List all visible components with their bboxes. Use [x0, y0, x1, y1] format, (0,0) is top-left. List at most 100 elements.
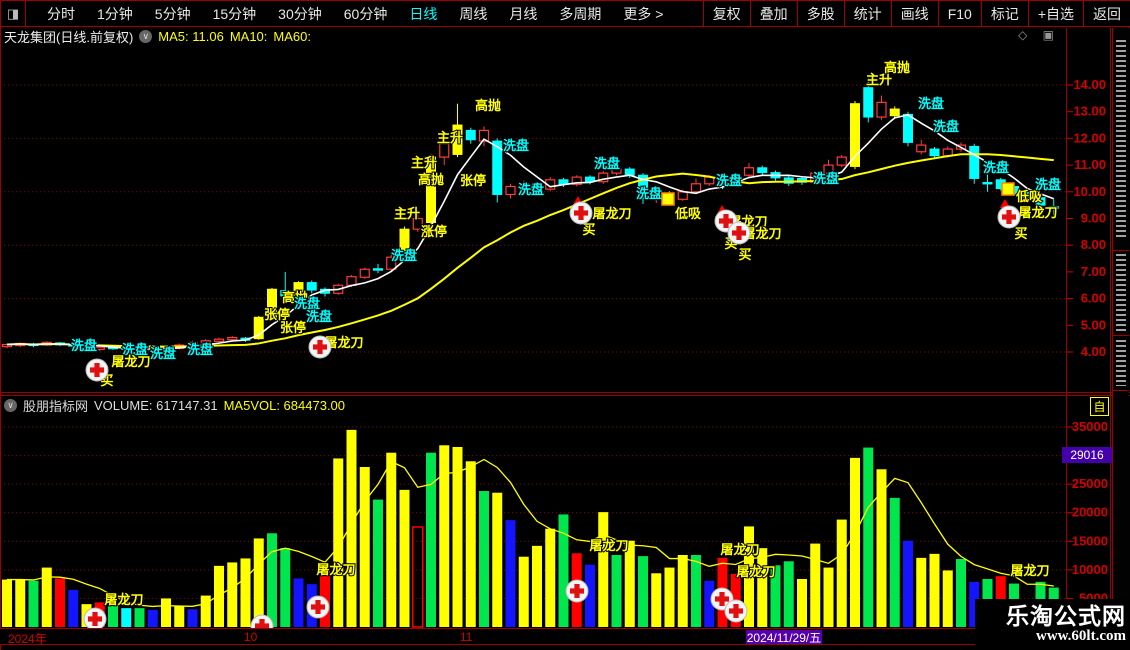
volume-bar-12[interactable] [161, 598, 171, 627]
pane-separator[interactable] [0, 392, 1130, 393]
volume-bar-39[interactable] [518, 556, 529, 627]
candle-23[interactable] [306, 280, 317, 294]
chevron-down-icon[interactable]: ∨ [4, 399, 17, 412]
tab-30min[interactable]: 30分钟 [267, 4, 333, 24]
volume-bar-59[interactable] [783, 561, 794, 627]
volume-bar-17[interactable] [227, 562, 238, 627]
tab-monthly[interactable]: 月线 [498, 4, 548, 24]
return-button[interactable]: 返回 [1083, 1, 1130, 26]
volume-bar-48[interactable] [638, 556, 648, 627]
volume-bar-30[interactable] [399, 489, 410, 627]
volume-bar-22[interactable] [293, 578, 304, 627]
volume-bar-42[interactable] [558, 514, 569, 627]
volume-bar-32[interactable] [426, 452, 436, 627]
candle-27[interactable] [359, 267, 370, 279]
volume-bar-52[interactable] [691, 555, 701, 627]
volume-bar-9[interactable] [121, 608, 132, 627]
volume-bar-36[interactable] [479, 491, 489, 627]
draw-line-button[interactable]: 画线 [890, 1, 938, 26]
stock-title[interactable]: 天龙集团(日线.前复权) [4, 27, 133, 46]
volume-bar-1[interactable] [15, 579, 26, 627]
multi-stock-button[interactable]: 多股 [796, 1, 844, 26]
window-layout-icon[interactable]: ◨ [1, 1, 26, 26]
volume-bar-33[interactable] [439, 445, 450, 627]
candle-63[interactable] [836, 154, 847, 168]
kline-and-volume-plot[interactable]: 14.00 13.00 12.00 11.00 10.00 9.00 8.00 7.00 6.0… [0, 0, 1130, 650]
overlay-button[interactable]: 叠加 [749, 1, 797, 26]
tab-daily[interactable]: 日线 [398, 4, 448, 24]
volume-bar-18[interactable] [240, 558, 251, 627]
date-axis[interactable]: 2024年 10 11 2024/11/29/五 [0, 628, 1130, 646]
volume-bar-65[interactable] [863, 447, 874, 627]
indicator-name[interactable]: 股朋指标网 [23, 396, 88, 415]
volume-bar-47[interactable] [624, 540, 635, 627]
right-sidebar-vertical-text[interactable] [1112, 28, 1129, 645]
volume-bar-70[interactable] [929, 553, 940, 627]
volume-bar-61[interactable] [810, 543, 821, 627]
volume-bar-72[interactable] [956, 559, 966, 627]
volume-bar-15[interactable] [200, 595, 211, 627]
volume-bar-57[interactable] [757, 548, 768, 627]
volume-bar-20[interactable] [267, 533, 277, 627]
volume-bar-25[interactable] [333, 458, 344, 627]
candle-57[interactable] [757, 165, 768, 176]
volume-bar-13[interactable] [174, 605, 185, 627]
tab-5min[interactable]: 5分钟 [144, 4, 202, 24]
candle-74[interactable] [982, 174, 993, 192]
volume-bar-27[interactable] [359, 467, 370, 627]
volume-bar-26[interactable] [346, 429, 357, 627]
volume-bar-16[interactable] [214, 565, 224, 627]
candle-16[interactable] [213, 337, 225, 343]
volume-bar-0[interactable] [2, 579, 12, 627]
volume-bar-60[interactable] [797, 579, 807, 627]
volume-bar-2[interactable] [28, 580, 39, 627]
volume-bar-5[interactable] [68, 589, 79, 627]
volume-bar-10[interactable] [134, 608, 145, 627]
volume-bar-11[interactable] [147, 609, 158, 627]
f10-button[interactable]: F10 [937, 1, 981, 26]
add-watchlist-button[interactable]: +自选 [1027, 1, 1083, 26]
volume-bar-49[interactable] [651, 573, 662, 627]
tab-multi-period[interactable]: 多周期 [548, 4, 612, 24]
volume-bar-51[interactable] [677, 555, 688, 627]
pane-corner-icons[interactable]: ◇ ▣ [1018, 28, 1060, 42]
candle-69[interactable] [916, 139, 927, 155]
volume-bar-37[interactable] [492, 492, 503, 627]
volume-bar-4[interactable] [55, 578, 65, 627]
custom-indicator-badge[interactable]: 自 [1090, 397, 1109, 416]
statistics-button[interactable]: 统计 [843, 1, 891, 26]
candle-70[interactable] [929, 146, 940, 159]
volume-bar-40[interactable] [532, 545, 542, 627]
candle-73[interactable] [969, 143, 980, 184]
volume-bar-64[interactable] [850, 457, 860, 627]
volume-bar-14[interactable] [187, 609, 198, 627]
candle-38[interactable] [505, 183, 516, 199]
volume-bar-31[interactable] [412, 526, 424, 628]
tab-15min[interactable]: 15分钟 [202, 4, 268, 24]
candle-43[interactable] [571, 175, 582, 187]
volume-bar-50[interactable] [664, 567, 675, 627]
chevron-down-icon[interactable]: ∨ [139, 30, 153, 43]
volume-bar-62[interactable] [823, 567, 834, 627]
volume-bar-29[interactable] [386, 452, 397, 627]
candle-35[interactable] [465, 127, 476, 144]
tab-60min[interactable]: 60分钟 [333, 4, 399, 24]
tab-more[interactable]: 更多 > [612, 4, 674, 24]
volume-bar-41[interactable] [545, 528, 556, 627]
volume-bar-21[interactable] [280, 548, 291, 627]
volume-bars-layer[interactable] [2, 429, 1059, 628]
tab-weekly[interactable]: 周线 [448, 4, 498, 24]
tab-timeshare[interactable]: 分时 [36, 4, 86, 24]
volume-bar-34[interactable] [452, 447, 463, 627]
restore-rights-button[interactable]: 复权 [702, 1, 750, 26]
volume-bar-67[interactable] [889, 497, 900, 627]
volume-bar-46[interactable] [611, 555, 622, 627]
volume-bar-69[interactable] [916, 557, 927, 627]
mark-button[interactable]: 标记 [980, 1, 1028, 26]
candle-28[interactable] [373, 263, 383, 274]
volume-bar-71[interactable] [942, 570, 953, 627]
tab-1min[interactable]: 1分钟 [86, 4, 144, 24]
volume-bar-19[interactable] [253, 538, 264, 627]
volume-bar-8[interactable] [108, 603, 118, 627]
volume-bar-35[interactable] [465, 461, 476, 627]
